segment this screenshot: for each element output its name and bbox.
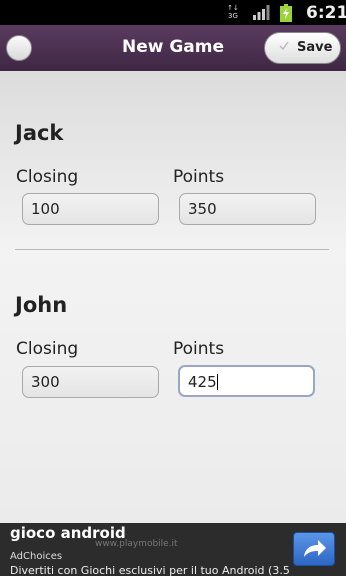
points-label: Points <box>173 167 225 187</box>
closing-input-value: 300 <box>31 373 60 391</box>
points-input-focused[interactable]: 425 <box>178 365 315 397</box>
ad-description: Divertiti con Giochi esclusivi per il tu… <box>10 564 290 576</box>
player-name: John <box>15 293 68 317</box>
checkmark-icon <box>279 41 289 51</box>
closing-label: Closing <box>16 167 79 187</box>
status-bar: ↑↓ 3G 6:21 <box>0 0 346 25</box>
closing-label: Closing <box>16 339 79 359</box>
save-button-label: Save <box>297 40 333 55</box>
action-bar: New Game Save <box>0 25 346 71</box>
text-cursor <box>216 374 218 390</box>
network-type-icon: ↑↓ 3G <box>227 4 239 20</box>
save-button[interactable]: Save <box>264 32 341 64</box>
game-form: Jack Closing Points 100 350 John Closing… <box>0 71 346 523</box>
closing-input[interactable]: 100 <box>22 193 159 225</box>
points-label: Points <box>173 339 225 359</box>
closing-input[interactable]: 300 <box>22 366 159 398</box>
ad-choices-link[interactable]: AdChoices <box>10 551 62 562</box>
divider <box>15 249 329 250</box>
ad-banner[interactable]: gioco android www.playmobile.it AdChoice… <box>0 523 346 576</box>
ad-open-button[interactable] <box>293 532 335 566</box>
share-arrow-icon <box>304 540 326 557</box>
closing-input-value: 100 <box>31 200 60 218</box>
battery-charging-icon <box>280 4 292 22</box>
signal-icon <box>253 5 270 20</box>
points-input-value: 425 <box>188 373 217 391</box>
points-input-value: 350 <box>188 200 217 218</box>
player-name: Jack <box>15 121 64 145</box>
clock: 6:21 <box>306 3 346 23</box>
ad-url: www.playmobile.it <box>95 539 178 549</box>
points-input[interactable]: 350 <box>179 193 316 225</box>
